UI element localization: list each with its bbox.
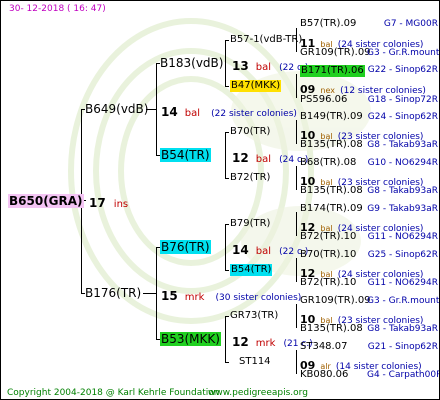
gen2-queen-d-number: 12: [232, 335, 249, 349]
gen4-queen-name[interactable]: B149(TR).09: [300, 112, 363, 122]
gen1-queen-b-name[interactable]: B176(TR): [85, 287, 141, 299]
gen4-queen-name[interactable]: GR109(TR).09: [300, 48, 371, 58]
connector-line: [225, 40, 229, 41]
root-queen-name[interactable]: B650(GRA): [8, 194, 84, 208]
connector-line: [296, 258, 297, 282]
pedigree-chart: 30- 12-2018 ( 16: 47) Copyright 2004-201…: [0, 0, 440, 400]
connector-line: [225, 86, 229, 87]
gen1-queen-b-note: (30 sister colonies): [215, 293, 302, 303]
gen2-queen-b-number: 12: [232, 151, 249, 165]
gen4-queen-source: G11 - NO6294R: [367, 278, 438, 288]
gen4-queen-name[interactable]: B135(TR).08: [300, 324, 363, 334]
gen4-queen-name[interactable]: KB080.06: [300, 370, 348, 380]
connector-line: [225, 224, 229, 225]
gen4-queen-name[interactable]: B72(TR).10: [300, 278, 356, 288]
connector-line: [225, 362, 229, 363]
gen4-queen-name[interactable]: B57(TR).09: [300, 19, 356, 29]
gen4-queen-source: G4 - Carpath00R: [367, 370, 440, 380]
gen4-queen-source: G3 - Gr.R.mounta: [367, 48, 440, 58]
gen3-queen-d-name[interactable]: B72(TR): [230, 173, 270, 183]
connector-line: [225, 224, 226, 270]
gen2-queen-c-name[interactable]: B76(TR): [160, 240, 211, 254]
connector-line: [156, 63, 157, 155]
gen4-queen-name[interactable]: B68(TR).08: [300, 158, 356, 168]
gen1-queen-a-number: 14: [161, 105, 178, 119]
gen3-queen-g-name[interactable]: GR73(TR): [230, 311, 278, 321]
gen1-queen-a-info: 14 bal (22 sister colonies): [161, 103, 297, 119]
gen4-queen-source: G10 - NO6294R: [367, 158, 438, 168]
gen4-queen-source: G8 - Takab93aR: [367, 186, 438, 196]
connector-line: [225, 316, 229, 317]
gen4-queen-source: G24 - Sinop62R: [367, 112, 438, 122]
gen2-queen-a-name[interactable]: B183(vdB): [160, 57, 223, 69]
gen2-queen-c-number: 14: [232, 243, 249, 257]
gen4-queen-source: G21 - Sinop62R: [367, 342, 438, 352]
connector-line: [225, 40, 226, 86]
gen4-queen-source: G22 - Sinop62R: [367, 65, 438, 75]
gen4-queen-name[interactable]: B135(TR).08: [300, 140, 363, 150]
gen4-queen-source: G9 - Takab93aR: [367, 204, 438, 214]
gen4-queen-source: G25 - Sinop62R: [367, 250, 438, 260]
connector-line: [296, 212, 297, 236]
connector-line: [225, 270, 229, 271]
gen2-queen-a-info: 13 bal (22 c.): [232, 57, 308, 73]
gen4-queen-source: G18 - Sinop72R: [367, 95, 438, 105]
gen4-queen-name[interactable]: B135(TR).08: [300, 186, 363, 196]
gen3-queen-h-name[interactable]: ST114: [239, 357, 271, 367]
gen4-queen-name[interactable]: PS596.06: [300, 95, 347, 105]
gen2-queen-b-label: bal: [255, 154, 272, 165]
copyright-text: Copyright 2004-2018 @ Karl Kehrle Founda…: [7, 388, 220, 398]
gen3-queen-a-name[interactable]: B57-1(vdB-TR): [230, 35, 302, 45]
gen1-queen-a-label: bal: [184, 108, 201, 119]
connector-line: [143, 293, 156, 294]
gen4-queen-name[interactable]: ST348.07: [300, 342, 347, 352]
connector-line: [225, 316, 226, 362]
gen1-queen-b-label: mrk: [184, 292, 205, 303]
connector-line: [296, 304, 297, 328]
root-queen-number: 17: [89, 196, 106, 210]
gen4-queen-source: G8 - Takab93aR: [367, 140, 438, 150]
website-link[interactable]: www.pedigreeapis.org: [208, 389, 308, 398]
print-date: 30- 12-2018 ( 16: 47): [9, 4, 106, 14]
gen2-queen-d-name[interactable]: B53(MKK): [160, 332, 221, 346]
gen4-queen-name[interactable]: GR109(TR).09: [300, 296, 371, 306]
gen3-queen-f-name[interactable]: B54(TR): [230, 264, 273, 276]
gen2-queen-c-label: bal: [255, 246, 272, 257]
gen4-queen-source: G11 - NO6294R: [367, 232, 438, 242]
gen4-queen-name[interactable]: B171(TR).06: [300, 65, 365, 77]
gen4-queen-source: G7 - MG00R: [383, 19, 438, 29]
gen3-queen-e-name[interactable]: B79(TR): [230, 219, 270, 229]
connector-line: [296, 166, 297, 190]
gen3-queen-c-name[interactable]: B70(TR): [230, 127, 270, 137]
gen4-queen-source: G8 - Takab93aR: [367, 324, 438, 334]
connector-line: [296, 350, 297, 374]
gen1-queen-a-note: (22 sister colonies): [211, 109, 297, 119]
gen4-queen-name[interactable]: B72(TR).10: [300, 232, 356, 242]
connector-line: [225, 132, 229, 133]
gen2-queen-b-name[interactable]: B54(TR): [160, 148, 211, 162]
gen4-queen-source: G3 - Gr.R.mounta: [367, 296, 440, 306]
gen1-queen-b-number: 15: [161, 289, 178, 303]
gen2-queen-d-label: mrk: [255, 338, 276, 349]
connector-line: [296, 74, 297, 98]
gen1-queen-b-info: 15 mrk (30 sister colonies): [161, 287, 301, 303]
connector-line: [225, 132, 226, 178]
connector-line: [156, 247, 157, 339]
gen2-queen-a-number: 13: [232, 59, 249, 73]
gen2-queen-b-info: 12 bal (24 c.): [232, 149, 308, 165]
connector-line: [296, 120, 297, 144]
gen1-queen-a-name[interactable]: B649(vdB): [85, 103, 148, 115]
gen2-queen-c-info: 14 bal (22 c.): [232, 241, 308, 257]
gen2-queen-a-label: bal: [255, 62, 272, 73]
root-queen-info: 17 ins: [89, 194, 128, 210]
root-queen-label: ins: [113, 199, 129, 210]
gen4-queen-name[interactable]: B70(TR).10: [300, 250, 356, 260]
gen3-queen-b-name[interactable]: B47(MKK): [230, 80, 282, 92]
gen4-queen-name[interactable]: B174(TR).09: [300, 204, 363, 214]
connector-line: [225, 178, 229, 179]
